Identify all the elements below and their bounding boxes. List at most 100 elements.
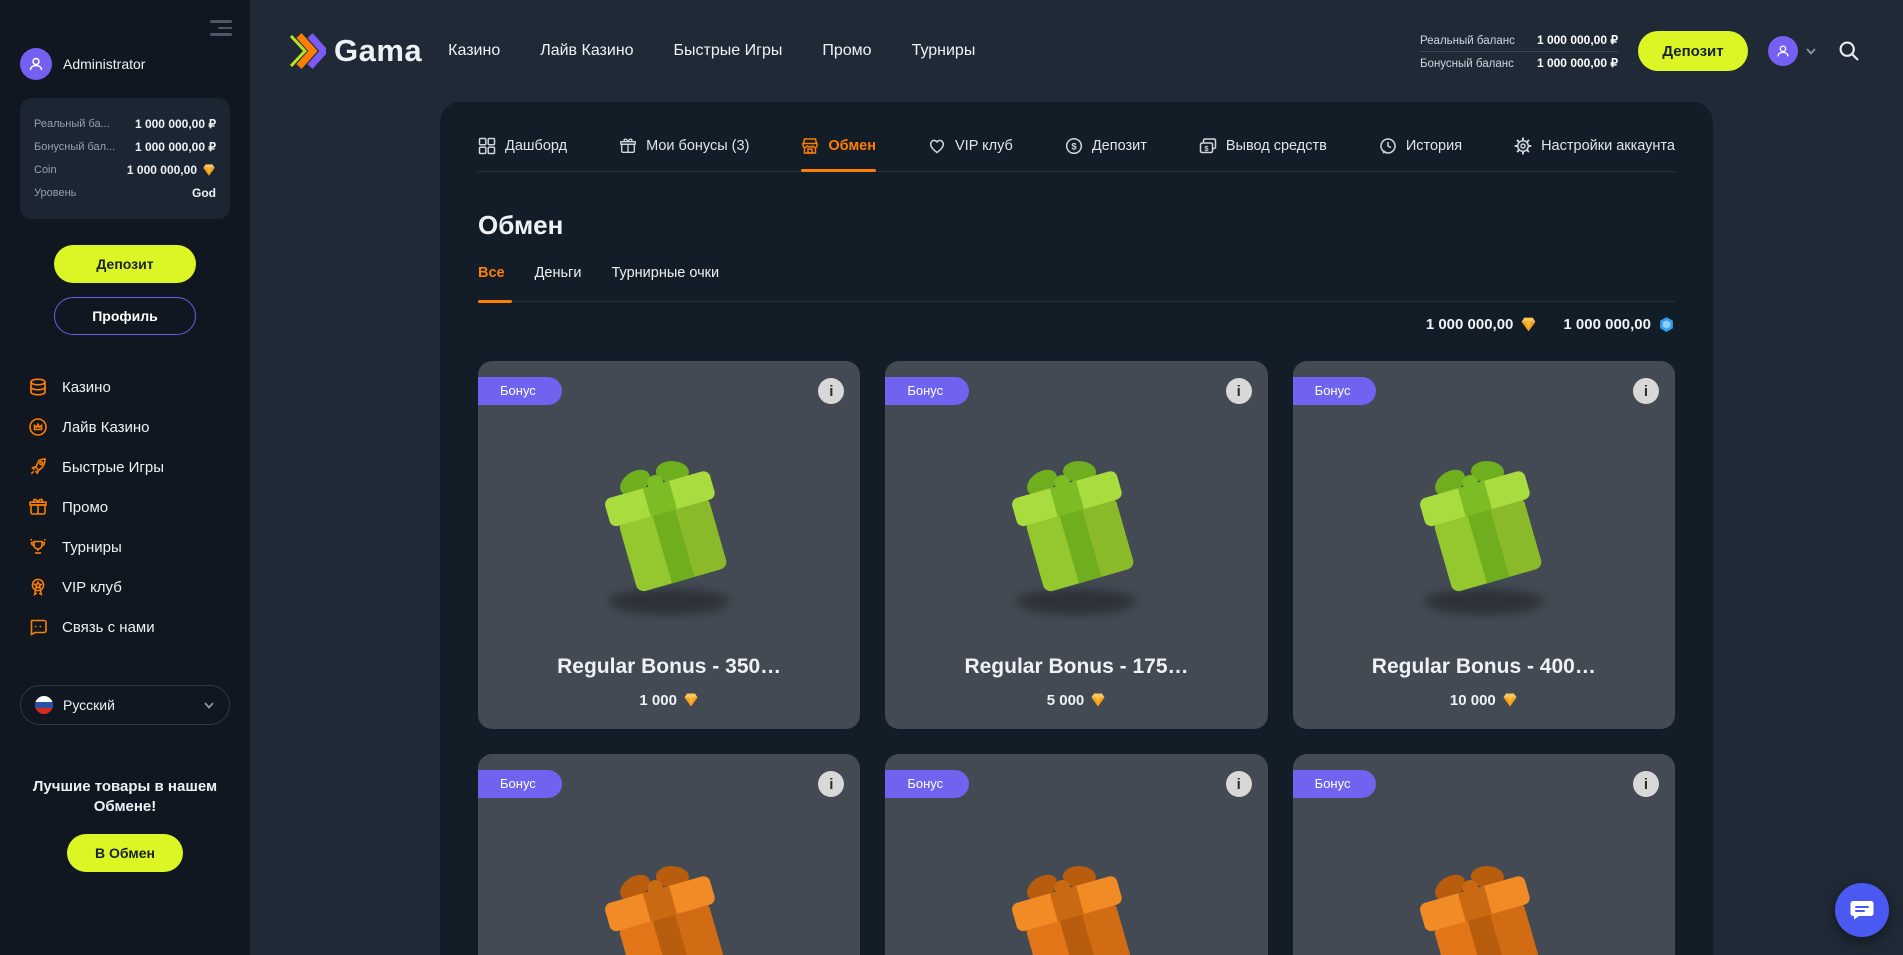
bonus-badge: Бонус bbox=[885, 770, 969, 798]
tab-account-settings[interactable]: Настройки аккаунта bbox=[1514, 120, 1675, 171]
withdraw-icon: $ bbox=[1199, 137, 1217, 155]
sidebar-item-vip-club[interactable]: VIP клуб bbox=[20, 567, 230, 607]
header-right: Реальный баланс1 000 000,00 ₽ Бонусный б… bbox=[1420, 29, 1861, 74]
bonus-cards-grid: Бонус i Regular Bonus - 350… 1 000 Бонус… bbox=[478, 361, 1675, 955]
balance-row-real: Реальный ба... 1 000 000,00 ₽ bbox=[34, 117, 216, 131]
vip-badge-icon bbox=[28, 577, 48, 597]
gem-orange-icon bbox=[1502, 692, 1518, 708]
header-balances: Реальный баланс1 000 000,00 ₽ Бонусный б… bbox=[1420, 29, 1618, 74]
svg-text:$: $ bbox=[1071, 141, 1077, 152]
account-menu[interactable] bbox=[1768, 36, 1817, 66]
tab-history[interactable]: История bbox=[1379, 120, 1462, 171]
wallet-balances: 1 000 000,00 1 000 000,00 bbox=[478, 316, 1675, 333]
sidebar-user: Administrator bbox=[20, 48, 230, 80]
user-name: Administrator bbox=[63, 56, 145, 72]
gift-icon bbox=[619, 137, 637, 155]
sidebar-deposit-button[interactable]: Депозит bbox=[54, 245, 196, 283]
top-nav-live-casino[interactable]: Лайв Казино bbox=[540, 42, 633, 60]
info-icon[interactable]: i bbox=[1633, 771, 1659, 797]
gift-icon bbox=[28, 497, 48, 517]
filter-tournament-points[interactable]: Турнирные очки bbox=[611, 265, 719, 301]
user-avatar bbox=[1768, 36, 1798, 66]
bonus-card[interactable]: Бонус i bbox=[478, 754, 860, 955]
top-nav-casino[interactable]: Казино bbox=[448, 42, 500, 60]
coins-icon bbox=[28, 377, 48, 397]
bonus-card[interactable]: Бонус i Regular Bonus - 400… 10 000 bbox=[1293, 361, 1675, 729]
info-icon[interactable]: i bbox=[1633, 378, 1659, 404]
bonus-price: 1 000 bbox=[494, 691, 844, 709]
chat-widget-button[interactable] bbox=[1835, 883, 1889, 937]
coin-balance: 1 000 000,00 bbox=[1426, 316, 1538, 333]
bonus-badge: Бонус bbox=[885, 377, 969, 405]
sidebar-item-tournaments[interactable]: Турниры bbox=[20, 527, 230, 567]
gift-image-green bbox=[976, 438, 1176, 623]
crown-icon bbox=[28, 417, 48, 437]
bonus-title: Regular Bonus - 350… bbox=[494, 655, 844, 679]
balance-value: 1 000 000,00 ₽ bbox=[135, 140, 216, 154]
tab-dashboard[interactable]: Дашборд bbox=[478, 120, 567, 171]
balance-row-coin: Coin 1 000 000,00 bbox=[34, 163, 216, 177]
header-deposit-button[interactable]: Депозит bbox=[1638, 31, 1748, 71]
russia-flag-icon bbox=[35, 696, 53, 714]
top-nav-fast-games[interactable]: Быстрые Игры bbox=[674, 42, 783, 60]
trophy-icon bbox=[28, 537, 48, 557]
top-header: Gama Казино Лайв Казино Быстрые Игры Про… bbox=[250, 0, 1903, 102]
tab-vip-club[interactable]: VIP клуб bbox=[928, 120, 1013, 171]
bonus-card[interactable]: Бонус i Regular Bonus - 350… 1 000 bbox=[478, 361, 860, 729]
info-icon[interactable]: i bbox=[818, 771, 844, 797]
header-real-balance: Реальный баланс1 000 000,00 ₽ bbox=[1420, 29, 1618, 51]
tab-deposit[interactable]: $ Депозит bbox=[1065, 120, 1147, 171]
bonus-badge: Бонус bbox=[478, 377, 562, 405]
bonus-badge: Бонус bbox=[1293, 770, 1377, 798]
bonus-card[interactable]: Бонус i bbox=[1293, 754, 1675, 955]
gem-orange-icon bbox=[683, 692, 699, 708]
page-title: Обмен bbox=[478, 210, 1675, 241]
sidebar-nav: Казино Лайв Казино Быстрые Игры Промо bbox=[20, 367, 230, 647]
gift-image-orange bbox=[569, 843, 769, 955]
chevron-down-icon bbox=[1805, 45, 1817, 57]
main-area: Gama Казино Лайв Казино Быстрые Игры Про… bbox=[250, 0, 1903, 955]
info-icon[interactable]: i bbox=[1226, 378, 1252, 404]
search-button[interactable] bbox=[1837, 39, 1861, 63]
header-bonus-balance: Бонусный баланс1 000 000,00 ₽ bbox=[1420, 52, 1618, 74]
sidebar-item-fast-games[interactable]: Быстрые Игры bbox=[20, 447, 230, 487]
sidebar-item-casino[interactable]: Казино bbox=[20, 367, 230, 407]
account-panel: Дашборд Мои бонусы (3) Обмен bbox=[440, 102, 1713, 955]
sidebar-profile-button[interactable]: Профиль bbox=[54, 297, 196, 335]
sidebar-exchange-button[interactable]: В Обмен bbox=[67, 834, 183, 872]
gem-blue-icon bbox=[1658, 316, 1675, 333]
balance-label: Coin bbox=[34, 164, 57, 176]
bonus-card[interactable]: Бонус i Regular Bonus - 175… 5 000 bbox=[885, 361, 1267, 729]
tab-withdraw[interactable]: $ Вывод средств bbox=[1199, 120, 1327, 171]
gift-image-orange bbox=[1384, 843, 1584, 955]
tab-my-bonuses[interactable]: Мои бонусы (3) bbox=[619, 120, 749, 171]
filter-money[interactable]: Деньги bbox=[535, 265, 582, 301]
top-nav-tournaments[interactable]: Турниры bbox=[912, 42, 976, 60]
bonus-title: Regular Bonus - 175… bbox=[901, 655, 1251, 679]
user-icon bbox=[1775, 43, 1791, 59]
gem-orange-icon bbox=[202, 163, 216, 177]
tab-exchange[interactable]: Обмен bbox=[801, 120, 876, 171]
gama-logo[interactable]: Gama bbox=[288, 33, 422, 69]
sidebar-item-label: Турниры bbox=[62, 539, 122, 556]
bonus-badge: Бонус bbox=[478, 770, 562, 798]
info-icon[interactable]: i bbox=[818, 378, 844, 404]
top-nav: Казино Лайв Казино Быстрые Игры Промо Ту… bbox=[448, 42, 975, 60]
balance-label: Бонусный бал... bbox=[34, 141, 115, 153]
dashboard-icon bbox=[478, 137, 496, 155]
bonus-card[interactable]: Бонус i bbox=[885, 754, 1267, 955]
sidebar-item-contact[interactable]: Связь с нами bbox=[20, 607, 230, 647]
sidebar-item-live-casino[interactable]: Лайв Казино bbox=[20, 407, 230, 447]
history-icon bbox=[1379, 137, 1397, 155]
balance-label: Уровень bbox=[34, 187, 76, 199]
language-selector[interactable]: Русский bbox=[20, 685, 230, 725]
logo-chevrons-icon bbox=[288, 33, 326, 69]
menu-collapse-icon[interactable] bbox=[208, 16, 232, 36]
user-icon bbox=[27, 55, 45, 73]
top-nav-promo[interactable]: Промо bbox=[822, 42, 871, 60]
balance-label: Реальный ба... bbox=[34, 118, 110, 130]
info-icon[interactable]: i bbox=[1226, 771, 1252, 797]
sidebar-item-promo[interactable]: Промо bbox=[20, 487, 230, 527]
filter-all[interactable]: Все bbox=[478, 265, 505, 301]
user-avatar[interactable] bbox=[20, 48, 52, 80]
